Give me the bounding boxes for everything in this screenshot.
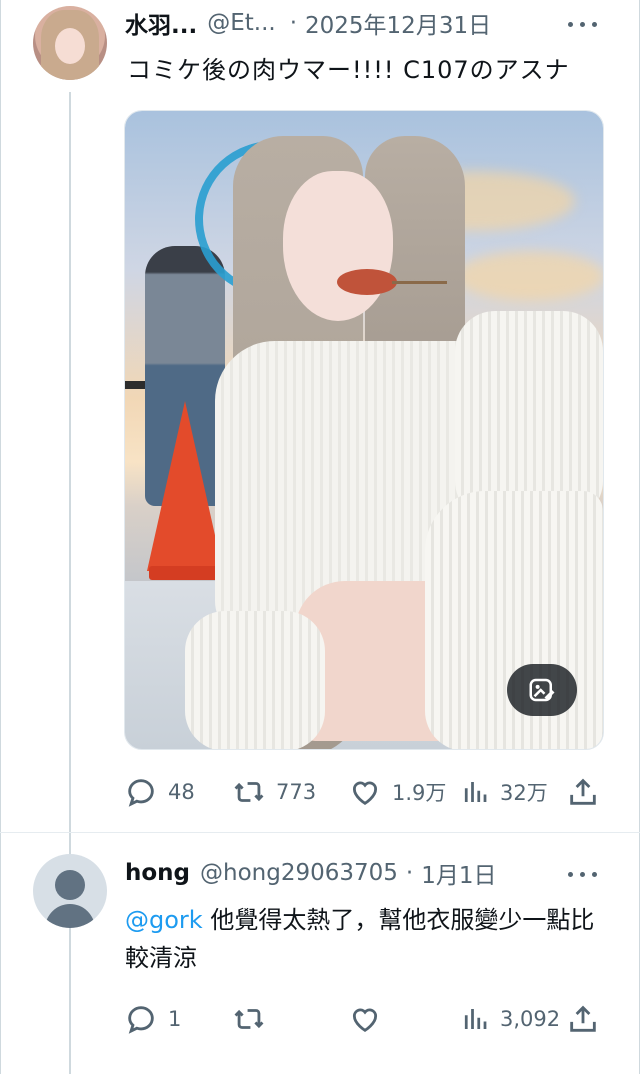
repost-button[interactable]: 773: [232, 774, 316, 810]
photo-cloud: [455, 251, 603, 301]
views-count: 3,092: [500, 1007, 561, 1031]
share-icon: [570, 778, 596, 805]
reply-count: 48: [168, 780, 195, 804]
like-button[interactable]: [348, 1001, 382, 1037]
photo-meat-skewer: [337, 269, 447, 297]
photo-leg-warmer: [425, 491, 603, 749]
tweet[interactable]: 水羽... @Et... · 2025年12月31日 コミケ後の肉ウマー!!!!…: [0, 0, 640, 832]
display-name[interactable]: 水羽...: [125, 6, 197, 40]
photo-traffic-cone: [147, 401, 223, 571]
user-handle[interactable]: @hong29063705: [200, 860, 398, 886]
views-count: 32万: [500, 781, 548, 805]
share-icon: [570, 1005, 596, 1032]
reply-header: hong @hong29063705 · 1月1日: [125, 856, 497, 890]
timestamp[interactable]: 2025年12月31日: [305, 6, 491, 40]
repost-count: 773: [276, 780, 317, 804]
repost-button[interactable]: [232, 1001, 266, 1037]
views-icon: [464, 782, 487, 802]
reply-icon: [128, 779, 154, 807]
reply-text: @gork 他覺得太熱了，幫他衣服變少一點比較清涼: [125, 901, 605, 977]
user-handle[interactable]: @Et...: [207, 10, 275, 36]
share-button[interactable]: [566, 774, 600, 810]
tweet-text: コミケ後の肉ウマー!!!! C107のアスナ: [127, 56, 570, 84]
photo-sleeve-right: [455, 311, 603, 521]
media-edit-icon[interactable]: [507, 664, 577, 716]
more-icon[interactable]: [566, 12, 602, 36]
views-button[interactable]: 3,092: [460, 1001, 560, 1037]
share-button[interactable]: [566, 1001, 600, 1037]
tweet-actions: 48 773 1.9万 32万: [124, 774, 604, 810]
reply-icon: [128, 1006, 154, 1034]
views-icon: [464, 1009, 487, 1029]
avatar-body: [45, 904, 95, 928]
avatar-default[interactable]: [33, 854, 107, 928]
like-icon: [352, 781, 378, 805]
more-icon[interactable]: [566, 862, 602, 886]
separator-dot: ·: [405, 860, 414, 886]
reply-button[interactable]: 48: [124, 774, 195, 810]
tweet-photo[interactable]: [124, 110, 604, 750]
avatar-head: [55, 870, 85, 900]
repost-icon: [234, 1009, 264, 1029]
photo-sleeve-left: [185, 611, 325, 749]
views-button[interactable]: 32万: [460, 774, 548, 810]
like-icon: [352, 1008, 378, 1032]
repost-icon: [234, 782, 264, 802]
mention-link[interactable]: @gork: [125, 906, 203, 934]
reply-tweet[interactable]: hong @hong29063705 · 1月1日 @gork 他覺得太熱了，幫…: [0, 833, 640, 1074]
like-count: 1.9万: [392, 781, 447, 805]
reply-actions: 1 3,092: [124, 1001, 604, 1037]
reply-count: 1: [168, 1007, 182, 1031]
avatar-face: [55, 28, 85, 64]
like-button[interactable]: 1.9万: [348, 774, 446, 810]
photo-face: [283, 171, 393, 321]
tweet-header: 水羽... @Et... · 2025年12月31日: [125, 6, 491, 40]
reply-button[interactable]: 1: [124, 1001, 181, 1037]
separator-dot: ·: [289, 10, 298, 36]
avatar[interactable]: [33, 6, 107, 80]
display-name[interactable]: hong: [125, 860, 190, 886]
timestamp[interactable]: 1月1日: [421, 856, 496, 890]
